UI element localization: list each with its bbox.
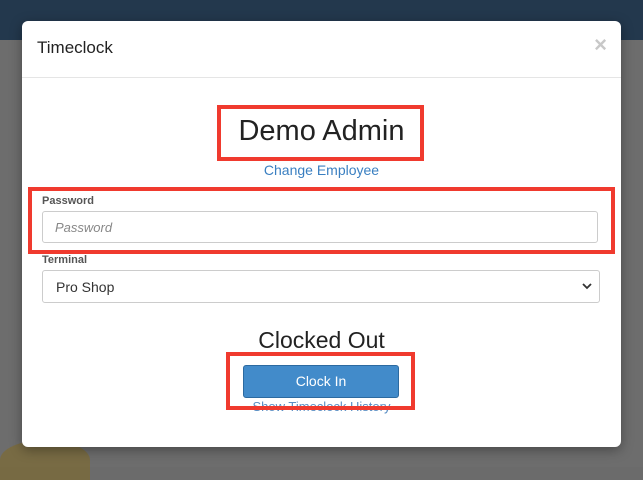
terminal-selected-value: Pro Shop <box>56 279 115 295</box>
change-employee-link[interactable]: Change Employee <box>22 162 621 178</box>
terminal-select[interactable]: Pro Shop <box>42 270 600 303</box>
timeclock-history-link[interactable]: Show Timeclock History <box>22 399 621 414</box>
password-input[interactable] <box>42 211 598 243</box>
clock-in-button[interactable]: Clock In <box>243 365 399 398</box>
terminal-label: Terminal <box>42 254 88 266</box>
close-button[interactable]: × <box>594 34 607 56</box>
modal-title: Timeclock <box>37 38 113 57</box>
password-label: Password <box>42 195 94 207</box>
chevron-down-icon <box>582 283 592 290</box>
employee-name: Demo Admin <box>238 115 405 147</box>
clock-status: Clocked Out <box>258 327 385 353</box>
modal-header: Timeclock × <box>22 21 621 78</box>
timeclock-modal: Timeclock × Demo Admin Change Employee P… <box>22 21 621 447</box>
